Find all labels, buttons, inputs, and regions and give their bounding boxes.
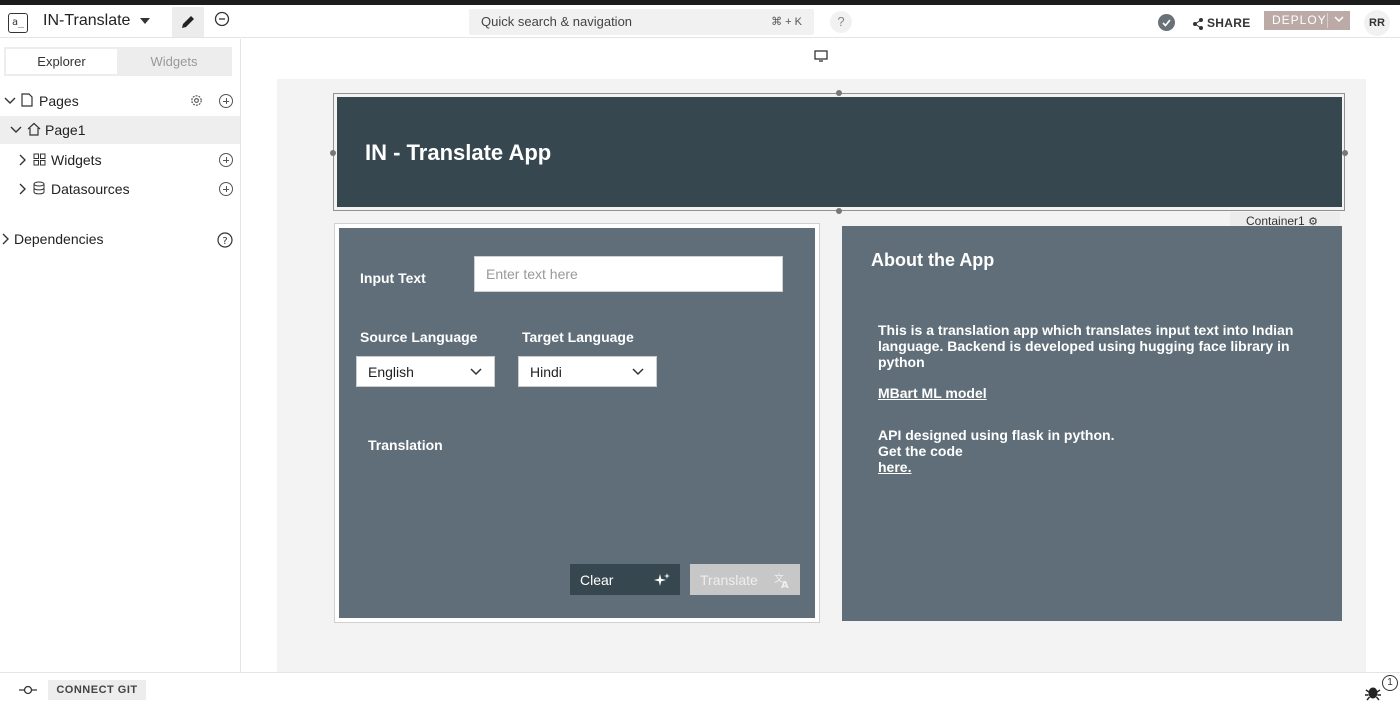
code-link[interactable]: here. <box>878 459 1298 475</box>
tab-explorer[interactable]: Explorer <box>6 49 117 74</box>
source-language-label: Source Language <box>360 329 478 345</box>
page-icon <box>21 93 33 107</box>
tree-label-page1: Page1 <box>45 122 86 138</box>
tree-item-pages[interactable]: Pages <box>0 87 240 115</box>
debugger-button[interactable]: 1 <box>1364 675 1400 705</box>
chevron-down-icon[interactable] <box>4 96 16 106</box>
about-panel: About the App This is a translation app … <box>842 226 1342 621</box>
resize-handle-left[interactable] <box>330 150 336 156</box>
target-language-label: Target Language <box>522 329 634 345</box>
bug-icon <box>1365 687 1381 701</box>
git-commit-icon <box>19 685 37 695</box>
api-info-text: API designed using flask in python. <box>878 427 1115 443</box>
add-page-icon[interactable] <box>219 94 233 108</box>
tree-item-widgets[interactable]: Widgets <box>0 146 240 174</box>
chevron-right-icon[interactable] <box>0 233 10 245</box>
quick-search[interactable]: Quick search & navigation ⌘ + K <box>469 9 814 35</box>
tab-widgets[interactable]: Widgets <box>118 49 230 74</box>
mbart-model-link[interactable]: MBart ML model <box>878 385 1298 401</box>
comment-icon <box>214 11 230 27</box>
desktop-monitor-icon[interactable] <box>814 50 828 62</box>
container-name-tag[interactable]: Container1 ⚙ <box>1230 212 1340 226</box>
search-placeholder: Quick search & navigation <box>481 14 633 29</box>
page-title: IN - Translate App <box>365 140 552 165</box>
get-code-text: Get the code <box>878 443 963 459</box>
input-text-field[interactable]: Enter text here <box>474 256 783 292</box>
target-language-select[interactable]: Hindi <box>518 356 657 387</box>
sidebar-tabs: Explorer Widgets <box>4 47 232 76</box>
pencil-icon <box>182 16 194 28</box>
translate-button-label: Translate <box>700 572 758 588</box>
add-widget-icon[interactable] <box>219 153 233 167</box>
avatar[interactable]: RR <box>1364 10 1390 36</box>
target-language-value: Hindi <box>530 364 562 380</box>
svg-text:A: A <box>781 580 789 589</box>
check-icon <box>1158 14 1175 31</box>
about-title: About the App <box>871 250 995 270</box>
app-logo[interactable]: a_ <box>8 13 28 33</box>
gear-icon[interactable]: ⚙ <box>1308 216 1318 226</box>
tree-item-datasources[interactable]: Datasources <box>0 175 240 203</box>
chevron-down-icon[interactable] <box>1334 14 1344 24</box>
chevron-down-icon <box>632 368 644 376</box>
tree-label-dependencies: Dependencies <box>14 231 104 247</box>
bottom-bar: CONNECT GIT 1 <box>0 672 1400 707</box>
chevron-down-icon <box>470 368 482 376</box>
connect-git-button[interactable]: CONNECT GIT <box>48 680 146 700</box>
top-bar: a_ IN-Translate Quick search & navigatio… <box>0 5 1400 38</box>
help-button[interactable]: ? <box>830 11 852 33</box>
search-shortcut: ⌘ + K <box>771 16 802 28</box>
add-datasource-icon[interactable] <box>219 182 233 196</box>
resize-handle-right[interactable] <box>1342 150 1348 156</box>
share-icon <box>1193 18 1203 30</box>
widgets-grid-icon <box>33 153 46 166</box>
source-language-value: English <box>368 364 414 380</box>
tree-label-pages: Pages <box>39 93 79 109</box>
deploy-button[interactable]: DEPLOY <box>1264 11 1350 30</box>
chevron-down-icon[interactable] <box>10 125 22 135</box>
translation-label: Translation <box>368 437 443 453</box>
about-description: This is a translation app which translat… <box>878 322 1294 370</box>
resize-handle-top[interactable] <box>836 90 842 96</box>
header-banner: IN - Translate App <box>337 97 1342 207</box>
tree-label-widgets: Widgets <box>51 152 102 168</box>
chevron-right-icon[interactable] <box>17 183 27 195</box>
resize-handle-bottom[interactable] <box>836 208 842 214</box>
explorer-sidebar: Explorer Widgets Pages Page1 Widgets Dat… <box>0 39 241 672</box>
deploy-label: DEPLOY <box>1272 13 1327 27</box>
share-label: SHARE <box>1207 16 1251 30</box>
form-container[interactable]: Input Text Enter text here Source Langua… <box>334 223 820 623</box>
app-menu-caret-icon[interactable] <box>140 18 150 24</box>
error-count-badge: 1 <box>1382 675 1398 691</box>
app-name[interactable]: IN-Translate <box>43 12 130 30</box>
translate-button[interactable]: Translate 文A <box>690 564 800 595</box>
deploy-divider <box>1327 13 1328 28</box>
header-container[interactable]: IN - Translate App <box>333 93 1345 211</box>
edit-mode-button[interactable] <box>172 7 204 37</box>
input-text-label: Input Text <box>360 270 426 286</box>
translate-form: Input Text Enter text here Source Langua… <box>339 228 815 618</box>
clear-button[interactable]: Clear <box>570 564 680 595</box>
chevron-right-icon[interactable] <box>17 154 27 166</box>
clear-button-label: Clear <box>580 572 614 588</box>
translate-icon: 文A <box>774 572 789 589</box>
svg-text:?: ? <box>222 236 227 247</box>
database-icon <box>33 181 45 195</box>
container-name-label: Container1 <box>1246 214 1305 226</box>
home-icon <box>27 122 41 136</box>
sparkle-icon <box>654 573 670 586</box>
gear-icon[interactable] <box>189 93 204 108</box>
tree-label-datasources: Datasources <box>51 181 130 197</box>
tree-item-page1[interactable]: Page1 <box>0 116 240 144</box>
comment-mode-button[interactable] <box>213 11 233 31</box>
help-circle-icon[interactable]: ? <box>217 232 233 248</box>
source-language-select[interactable]: English <box>356 356 495 387</box>
tree-item-dependencies[interactable]: Dependencies ? <box>0 225 240 253</box>
